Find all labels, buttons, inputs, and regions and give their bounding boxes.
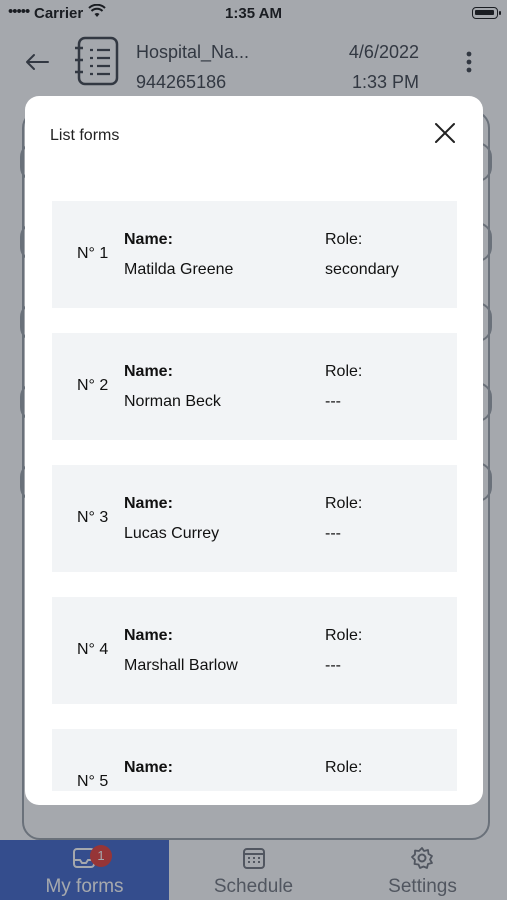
modal-title: List forms [50,127,120,144]
name-value: Lucas Currey [124,525,220,542]
item-number: N° 5 [77,773,109,790]
list-item[interactable]: N° 4 Name: Marshall Barlow Role: --- [52,597,457,704]
role-value: --- [325,393,341,410]
name-value: Norman Beck [124,393,221,410]
forms-list[interactable]: N° 1 Name: Matilda Greene Role: secondar… [52,201,457,791]
close-icon[interactable] [433,121,457,145]
role-value: --- [325,657,341,674]
item-number: N° 4 [77,641,109,658]
name-label: Name: [124,363,173,380]
item-number: N° 1 [77,245,109,262]
item-number: N° 2 [77,377,109,394]
name-label: Name: [124,627,173,644]
name-value: Matilda Greene [124,261,234,278]
name-value: Marshall Barlow [124,657,238,674]
item-number: N° 3 [77,509,109,526]
list-item[interactable]: N° 5 Name: Role: [52,729,457,791]
role-label: Role: [325,231,363,248]
role-value: secondary [325,261,399,278]
list-item[interactable]: N° 3 Name: Lucas Currey Role: --- [52,465,457,572]
name-label: Name: [124,759,173,776]
role-label: Role: [325,759,363,776]
name-label: Name: [124,495,173,512]
role-value: --- [325,525,341,542]
role-label: Role: [325,363,363,380]
list-forms-modal: List forms N° 1 Name: Matilda Greene Rol… [25,96,483,805]
role-label: Role: [325,495,363,512]
list-item[interactable]: N° 1 Name: Matilda Greene Role: secondar… [52,201,457,308]
name-label: Name: [124,231,173,248]
list-item[interactable]: N° 2 Name: Norman Beck Role: --- [52,333,457,440]
role-label: Role: [325,627,363,644]
